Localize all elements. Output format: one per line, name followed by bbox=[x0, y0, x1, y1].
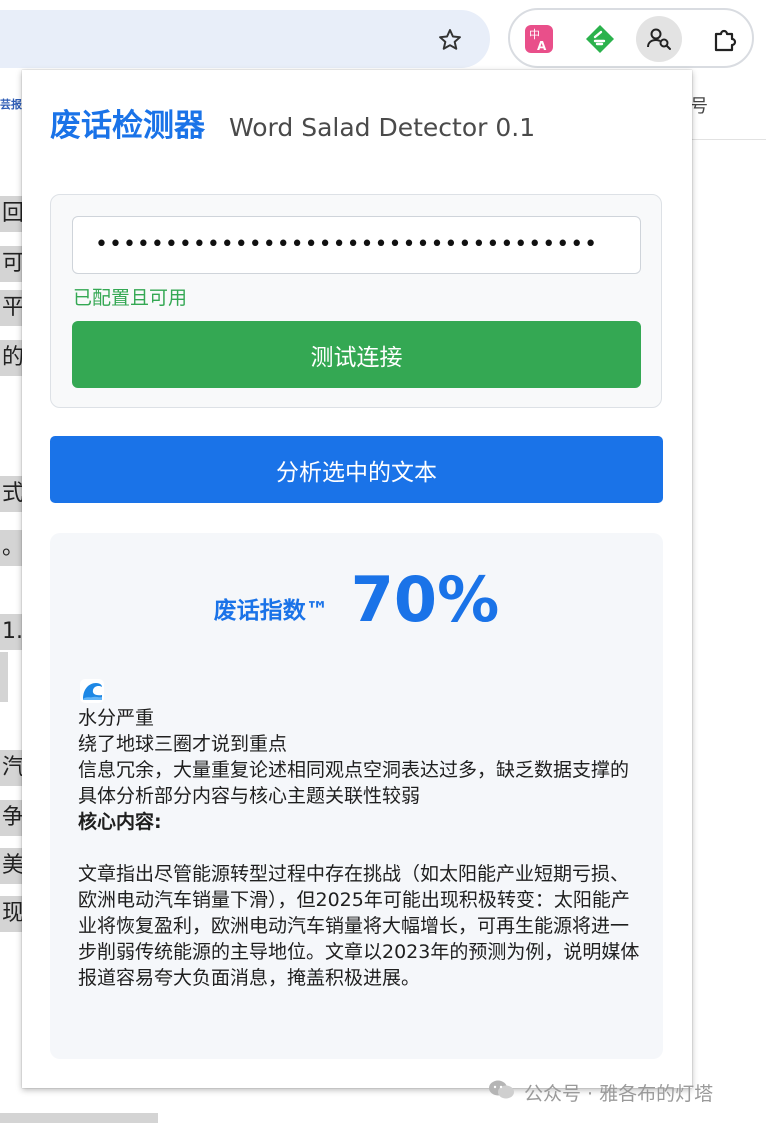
watermark: 公众号 · 雅各布的灯塔 bbox=[488, 1079, 713, 1106]
watermark-text: 公众号 · 雅各布的灯塔 bbox=[524, 1083, 714, 1105]
result-details: 水分严重 绕了地球三圈才说到重点 信息冗余，大量重复论述相同观点空洞表达过多，缺… bbox=[78, 705, 643, 991]
popup-header: 废话检测器 Word Salad Detector 0.1 bbox=[50, 100, 535, 145]
app-subtitle: Word Salad Detector 0.1 bbox=[229, 113, 536, 142]
core-summary-text: 文章指出尽管能源转型过程中存在挑战（如太阳能产业短期亏损、欧洲电动汽车销量下滑）… bbox=[78, 863, 640, 989]
api-key-card: •••••••••••••••••••••••••••••••••••• 已配置… bbox=[50, 194, 662, 408]
verdict-text: 水分严重 bbox=[78, 707, 155, 729]
feedly-extension-icon[interactable] bbox=[577, 16, 623, 62]
comment-text: 绕了地球三圈才说到重点 bbox=[78, 733, 288, 755]
test-connection-button[interactable]: 测试连接 bbox=[72, 321, 641, 388]
bookmark-star-icon[interactable] bbox=[432, 24, 468, 56]
api-status-text: 已配置且可用 bbox=[73, 287, 188, 309]
word-salad-detector-icon[interactable] bbox=[636, 16, 682, 62]
issues-text: 信息冗余，大量重复论述相同观点空洞表达过多，缺乏数据支撑的具体分析部分内容与核心… bbox=[78, 759, 630, 807]
extensions-area: 中A bbox=[508, 8, 754, 68]
background-nav-text: 号 bbox=[690, 96, 708, 117]
background-bar bbox=[0, 652, 8, 702]
wechat-icon bbox=[488, 1079, 516, 1106]
svg-text:A: A bbox=[537, 39, 547, 53]
background-bar bbox=[0, 1113, 158, 1123]
score-value: 70% bbox=[350, 563, 500, 636]
api-key-input[interactable]: •••••••••••••••••••••••••••••••••••• bbox=[72, 216, 641, 274]
divider bbox=[692, 139, 766, 140]
core-content-heading: 核心内容: bbox=[78, 811, 162, 833]
app-title: 废话检测器 bbox=[50, 108, 205, 144]
score-label: 废话指数™ bbox=[213, 597, 329, 624]
address-bar[interactable] bbox=[0, 10, 490, 68]
browser-toolbar: 中A bbox=[0, 0, 766, 78]
extension-popup: 废话检测器 Word Salad Detector 0.1 ••••••••••… bbox=[22, 70, 692, 1088]
wave-icon bbox=[80, 679, 104, 703]
translate-extension-icon[interactable]: 中A bbox=[516, 16, 562, 62]
analyze-selection-button[interactable]: 分析选中的文本 bbox=[50, 436, 663, 503]
result-card: 废话指数™ 70% 水分严重 绕了地球三圈才说到重点 信息冗余，大量重复论述相同… bbox=[50, 533, 663, 1059]
score-row: 废话指数™ 70% bbox=[50, 563, 663, 636]
extensions-puzzle-icon[interactable] bbox=[702, 16, 748, 62]
